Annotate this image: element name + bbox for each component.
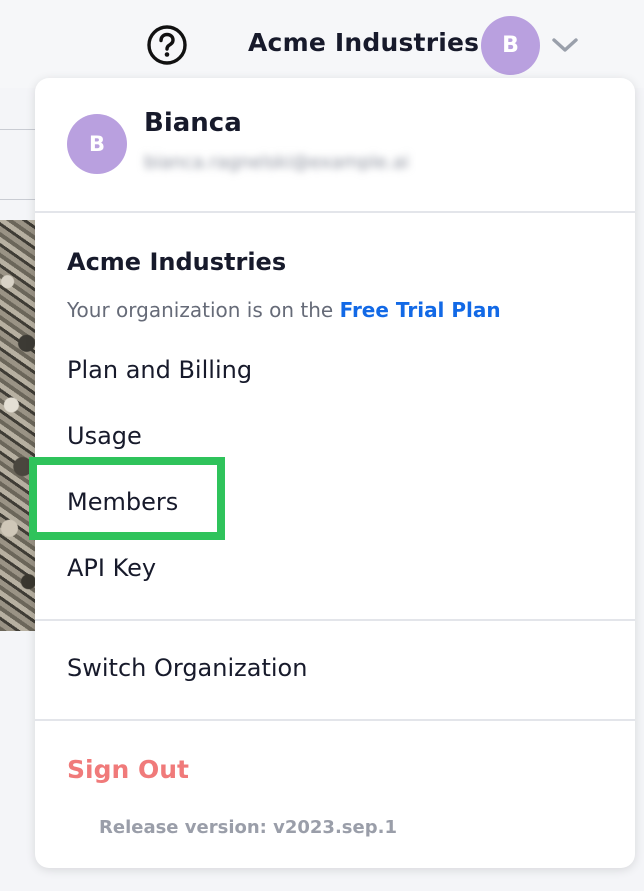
organization-heading: Acme Industries	[67, 248, 287, 276]
menu-user-avatar: B	[67, 114, 127, 174]
menu-item-switch-organization[interactable]: Switch Organization	[67, 654, 307, 682]
user-avatar-button[interactable]: B	[481, 16, 540, 75]
account-dropdown-menu: B Bianca bianca.ragnelski@example.ai Acm…	[29, 78, 635, 868]
menu-item-usage[interactable]: Usage	[67, 422, 142, 450]
plan-status-text: Your organization is on the Free Trial P…	[67, 298, 501, 322]
menu-item-api-key[interactable]: API Key	[67, 554, 156, 582]
top-bar: Acme Industries B	[0, 0, 644, 88]
user-name: Bianca	[144, 108, 242, 138]
menu-item-plan-and-billing[interactable]: Plan and Billing	[67, 356, 252, 384]
sign-out-button[interactable]: Sign Out	[67, 755, 189, 784]
menu-divider	[35, 719, 635, 721]
user-email: bianca.ragnelski@example.ai	[144, 152, 409, 173]
menu-divider	[35, 619, 635, 621]
background-map-image	[0, 220, 38, 631]
background-divider	[0, 199, 40, 200]
menu-item-members[interactable]: Members	[67, 488, 178, 516]
menu-divider	[35, 211, 635, 213]
plan-status-prefix: Your organization is on the	[67, 298, 340, 322]
org-switcher-name[interactable]: Acme Industries	[248, 28, 479, 57]
free-trial-plan-link[interactable]: Free Trial Plan	[340, 298, 501, 322]
chevron-down-icon[interactable]	[551, 36, 579, 54]
release-version: Release version: v2023.sep.1	[99, 817, 397, 838]
help-icon[interactable]	[146, 24, 188, 66]
background-panel	[0, 631, 40, 835]
background-divider	[0, 129, 40, 130]
